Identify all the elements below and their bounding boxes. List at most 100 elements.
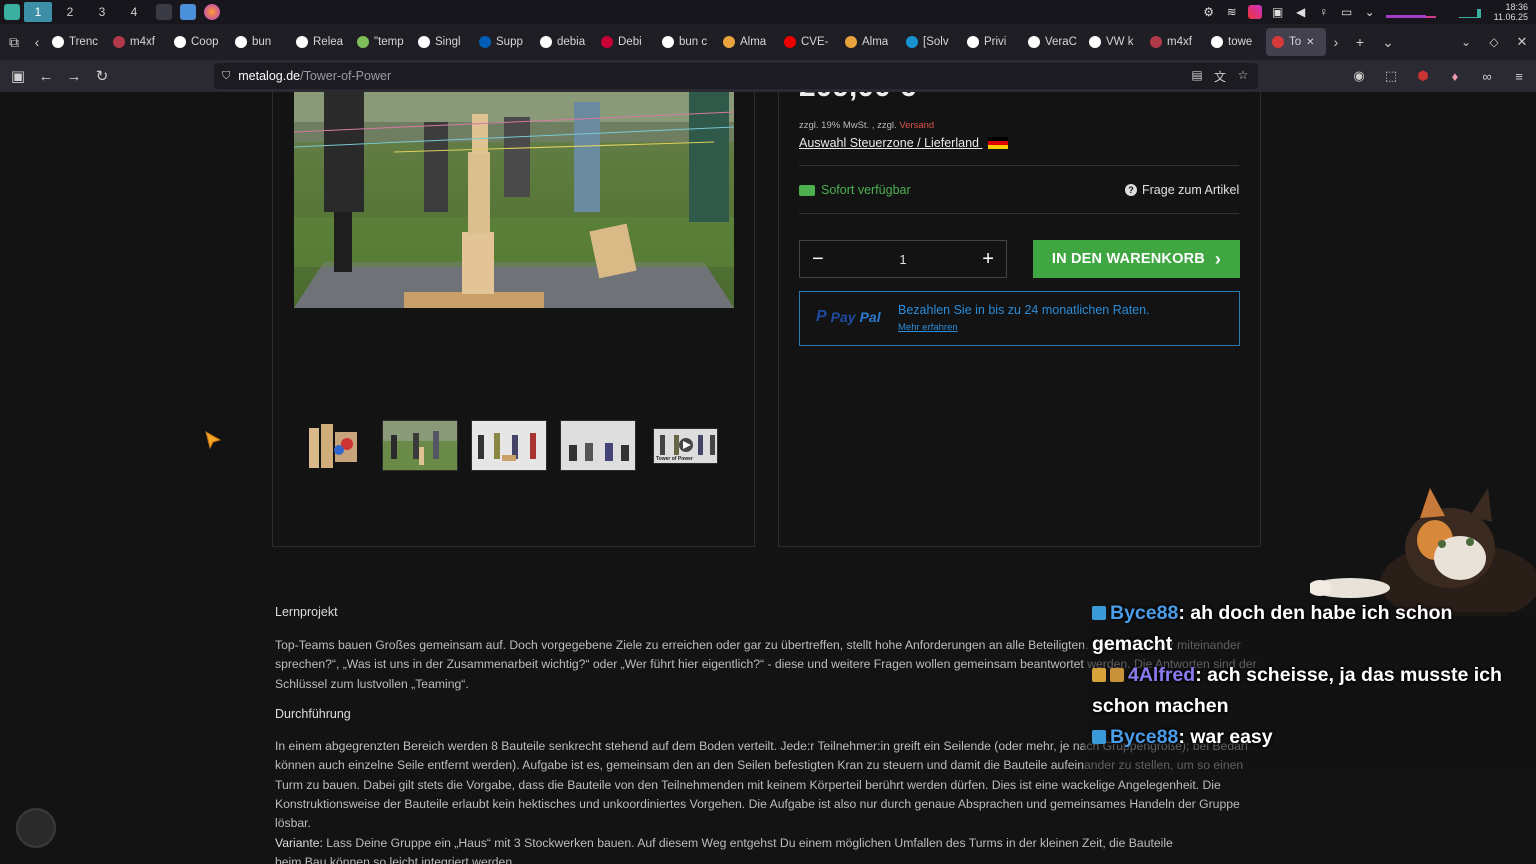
- tab-2[interactable]: Coop: [168, 28, 229, 56]
- extension-figure-icon[interactable]: ♦: [1444, 62, 1466, 90]
- tab-0[interactable]: Trenc: [46, 28, 107, 56]
- color-app-icon[interactable]: [1247, 5, 1262, 19]
- tab-17[interactable]: VW k: [1083, 28, 1144, 56]
- quantity-stepper: − 1 +: [799, 240, 1007, 278]
- workspace-1[interactable]: 1: [24, 2, 52, 22]
- system-tray: ⚙ ≋ ▣ ◀ ♀ ▭ ⌄ 18:36 11.06.25: [1202, 0, 1528, 24]
- tab-label: bun: [252, 36, 272, 48]
- tab-label: [Solv: [923, 36, 949, 48]
- tab-label: VeraC: [1045, 36, 1077, 48]
- thumbnail-4[interactable]: [560, 420, 636, 471]
- notification-icon[interactable]: ⚙: [1202, 5, 1216, 19]
- tab-list-icon[interactable]: ⌄: [1374, 28, 1402, 56]
- metalog-icon: [1272, 36, 1284, 48]
- wifi-icon[interactable]: ≋: [1225, 5, 1239, 19]
- tab-8[interactable]: debia: [534, 28, 595, 56]
- tab-12[interactable]: CVE-: [778, 28, 839, 56]
- image-icon: [357, 36, 369, 48]
- tab-10[interactable]: bun c: [656, 28, 717, 56]
- minimize-icon[interactable]: ⌄: [1452, 28, 1480, 56]
- m-icon: [1150, 36, 1162, 48]
- bookmark-star-icon[interactable]: ☆: [1235, 68, 1251, 84]
- url-bar[interactable]: ⛉ metalog.de/Tower-of-Power ▤ 文 ☆: [214, 63, 1258, 89]
- fingerprint-icon[interactable]: [16, 808, 56, 848]
- tab-9[interactable]: Debi: [595, 28, 656, 56]
- workspace-4[interactable]: 4: [120, 2, 148, 22]
- tab-5[interactable]: "temp: [351, 28, 412, 56]
- display-icon[interactable]: ▭: [1340, 5, 1354, 19]
- chat-badge-icon: [1092, 730, 1106, 744]
- distro-logo-icon[interactable]: [4, 4, 20, 20]
- firefox-icon[interactable]: [204, 4, 220, 20]
- add-to-cart-button[interactable]: IN DEN WARENKORB ›: [1033, 240, 1240, 278]
- tab-11[interactable]: Alma: [717, 28, 778, 56]
- thumbnail-video[interactable]: Tower of Power: [653, 428, 718, 464]
- lock-icon[interactable]: ⛉: [222, 70, 230, 83]
- clock-date: 11.06.25: [1493, 12, 1528, 22]
- thumbnail-3[interactable]: [471, 420, 547, 471]
- clock[interactable]: 18:36 11.06.25: [1494, 2, 1528, 22]
- tab-19[interactable]: towe: [1205, 28, 1266, 56]
- sidebar-toggle-icon[interactable]: ⧉: [0, 28, 28, 56]
- translate-icon[interactable]: 文: [1212, 68, 1228, 84]
- chat-message-3: Byce88: war easy: [1092, 722, 1532, 753]
- extension-glasses-icon[interactable]: ∞: [1476, 62, 1498, 90]
- menu-icon[interactable]: ≡: [1508, 62, 1530, 90]
- extensions-icon[interactable]: ⬚: [1380, 62, 1402, 90]
- tab-13[interactable]: Alma: [839, 28, 900, 56]
- tab-15[interactable]: Privi: [961, 28, 1022, 56]
- google-icon: [662, 36, 674, 48]
- ublock-icon[interactable]: ⬢: [1412, 62, 1434, 90]
- github-icon: [296, 36, 308, 48]
- privilege-icon: [967, 36, 979, 48]
- paypal-text: Bezahlen Sie in bis zu 24 monatlichen Ra…: [898, 303, 1150, 317]
- chevron-down-icon[interactable]: ⌄: [1363, 5, 1377, 19]
- thumbnail-2[interactable]: [382, 420, 458, 471]
- tab-label: Debi: [618, 36, 642, 48]
- tab-20[interactable]: To ✕: [1266, 28, 1326, 56]
- forward-icon[interactable]: →: [60, 62, 88, 90]
- quantity-minus-button[interactable]: −: [812, 248, 824, 271]
- tab-14[interactable]: [Solv: [900, 28, 961, 56]
- workspace-2[interactable]: 2: [56, 2, 84, 22]
- tab-6[interactable]: Singl: [412, 28, 473, 56]
- tabs-scroll-left-icon[interactable]: ‹: [28, 28, 46, 56]
- back-icon[interactable]: ←: [32, 62, 60, 90]
- close-tab-icon[interactable]: ✕: [1306, 37, 1314, 48]
- paypal-more-link[interactable]: Mehr erfahren: [898, 322, 958, 333]
- paragraph-variante: Variante: Lass Deine Gruppe ein „Haus“ m…: [275, 834, 1260, 853]
- account-icon[interactable]: ◉: [1348, 62, 1370, 90]
- sidebar-icon[interactable]: ▣: [4, 62, 32, 90]
- chat-username: 4Alfred: [1128, 664, 1196, 686]
- reader-mode-icon[interactable]: ▤: [1189, 68, 1205, 84]
- tab-3[interactable]: bun: [229, 28, 290, 56]
- window-list-icon[interactable]: [156, 4, 172, 20]
- volume-icon[interactable]: ◀: [1294, 5, 1308, 19]
- question-link[interactable]: ? Frage zum Artikel: [1125, 183, 1239, 197]
- tabs-scroll-right-icon[interactable]: ›: [1326, 28, 1346, 56]
- tab-label: towe: [1228, 36, 1253, 48]
- tab-1[interactable]: m4xf: [107, 28, 168, 56]
- tab-18[interactable]: m4xf: [1144, 28, 1205, 56]
- tax-zone-link[interactable]: Auswahl Steuerzone / Lieferland: [799, 136, 1009, 150]
- tab-7[interactable]: Supp: [473, 28, 534, 56]
- tab-4[interactable]: Relea: [290, 28, 351, 56]
- quantity-input[interactable]: 1: [899, 252, 906, 267]
- redhat-icon: [784, 36, 796, 48]
- workspace-3[interactable]: 3: [88, 2, 116, 22]
- new-tab-icon[interactable]: +: [1346, 28, 1374, 56]
- reload-icon[interactable]: ↻: [88, 62, 116, 90]
- mouse-cursor-icon: [205, 430, 222, 450]
- vw-icon: [1089, 36, 1101, 48]
- bulb-icon[interactable]: ♀: [1317, 5, 1331, 19]
- close-window-icon[interactable]: ✕: [1508, 28, 1536, 56]
- quantity-plus-button[interactable]: +: [982, 248, 994, 271]
- file-manager-icon[interactable]: [180, 4, 196, 20]
- thumbnail-1[interactable]: [303, 420, 361, 471]
- shipping-link[interactable]: Versand: [899, 120, 934, 131]
- tab-label: debia: [557, 36, 586, 48]
- product-main-image[interactable]: [294, 92, 734, 308]
- maximize-icon[interactable]: ◇: [1480, 28, 1508, 56]
- clipboard-icon[interactable]: ▣: [1271, 5, 1285, 19]
- tab-16[interactable]: VeraC: [1022, 28, 1083, 56]
